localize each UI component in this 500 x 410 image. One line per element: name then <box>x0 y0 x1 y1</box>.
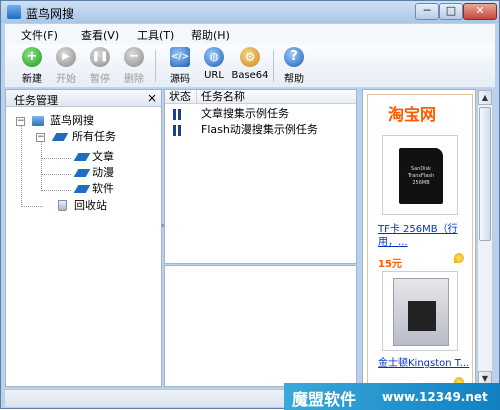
sd-card-image: SanDisk TransFlash 256MB <box>399 148 443 204</box>
url-globe-icon: ◍ <box>204 47 224 67</box>
task-detail-panel <box>164 265 357 387</box>
ad-frame: 淘宝网 SanDisk TransFlash 256MB TF卡 256MB（行… <box>367 94 474 386</box>
product-link-kingston[interactable]: 金士顿Kingston T... <box>378 357 474 370</box>
menu-view[interactable]: 查看(V) <box>81 27 119 43</box>
task-row[interactable]: Flash动漫搜集示例任务 <box>165 122 356 138</box>
tree-node-recycle-bin[interactable]: 回收站 <box>52 198 152 214</box>
tree-label-software: 软件 <box>92 182 114 195</box>
minimize-button[interactable]: ─ <box>415 3 439 20</box>
base64-button-label: Base64 <box>231 70 269 81</box>
tree-node-articles[interactable]: 文章 <box>72 149 152 165</box>
task-folder-icon <box>51 133 69 141</box>
computer-icon <box>32 116 44 126</box>
panel-title: 任务管理 <box>14 94 58 107</box>
tree-node-anime[interactable]: 动漫 <box>72 165 152 181</box>
task-list: 状态 任务名称 文章搜集示例任务 Flash动漫搜集示例任务 <box>164 89 357 264</box>
product-link-tf-card[interactable]: TF卡 256MB（行用，... <box>378 223 474 249</box>
delete-button-label: 删除 <box>124 74 144 85</box>
menu-help[interactable]: 帮助(H) <box>191 27 230 43</box>
pause-button[interactable]: ❚❚ 暂停 <box>83 47 117 87</box>
leaf-icon <box>454 253 464 263</box>
scroll-thumb[interactable] <box>479 107 491 241</box>
recycle-bin-icon <box>58 200 67 211</box>
maximize-button[interactable]: □ <box>439 3 463 20</box>
menu-bar: 文件(F) 查看(V) 工具(T) 帮助(H) <box>5 24 495 44</box>
menu-tools[interactable]: 工具(T) <box>137 27 174 43</box>
product-price: 15元 <box>378 259 402 270</box>
vertical-scrollbar[interactable]: ▲ ▼ <box>477 89 493 387</box>
paused-status-icon <box>173 109 183 120</box>
watermark: 魔盟软件 www.12349.net <box>284 383 500 410</box>
memory-card-image <box>408 301 436 331</box>
tree-label-recycle-bin: 回收站 <box>74 199 107 212</box>
play-icon: ▶ <box>56 47 76 67</box>
source-button[interactable]: </> 源码 <box>163 47 197 87</box>
product-image-kingston[interactable] <box>382 271 458 351</box>
tree-label-all-tasks: 所有任务 <box>72 130 116 143</box>
app-window: 蓝鸟网搜 ─ □ ✕ 文件(F) 查看(V) 工具(T) 帮助(H) + 新建 … <box>0 0 500 410</box>
task-category-icon <box>73 169 91 177</box>
task-manager-panel: 任务管理 × − 蓝鸟网搜 − 所有任务 文章 动漫 软件 回收站 <box>5 89 162 387</box>
help-button[interactable]: ? 帮助 <box>277 47 311 87</box>
column-header-task-name[interactable]: 任务名称 <box>197 90 356 104</box>
help-button-label: 帮助 <box>284 74 304 85</box>
task-name: 文章搜集示例任务 <box>201 107 289 120</box>
new-button[interactable]: + 新建 <box>15 47 49 87</box>
ad-panel: 淘宝网 SanDisk TransFlash 256MB TF卡 256MB（行… <box>362 89 476 387</box>
task-category-icon <box>73 185 91 193</box>
pause-icon: ❚❚ <box>90 47 110 67</box>
watermark-url: www.12349.net <box>382 390 488 404</box>
task-name: Flash动漫搜集示例任务 <box>201 123 318 136</box>
tree-label-articles: 文章 <box>92 150 114 163</box>
start-button[interactable]: ▶ 开始 <box>49 47 83 87</box>
product-image-tf-card[interactable]: SanDisk TransFlash 256MB <box>382 135 458 215</box>
source-code-icon: </> <box>170 47 190 67</box>
column-header-status[interactable]: 状态 <box>165 90 197 104</box>
task-category-icon <box>73 153 91 161</box>
app-icon <box>7 5 21 19</box>
sd-card-label: SanDisk TransFlash 256MB <box>407 166 435 186</box>
base64-button[interactable]: ⚙ Base64 <box>231 47 269 87</box>
close-button[interactable]: ✕ <box>463 3 497 20</box>
toolbar: + 新建 ▶ 开始 ❚❚ 暂停 − 删除 </> 源码 ◍ URL ⚙ Base… <box>5 44 495 88</box>
scroll-up-arrow[interactable]: ▲ <box>478 90 492 105</box>
tree-label-anime: 动漫 <box>92 166 114 179</box>
collapse-toggle[interactable]: − <box>36 133 45 142</box>
tree-node-root[interactable]: − 蓝鸟网搜 <box>16 113 156 129</box>
kingston-package-image <box>393 278 449 346</box>
minus-icon: − <box>124 47 144 67</box>
base64-gear-icon: ⚙ <box>240 47 260 67</box>
url-button[interactable]: ◍ URL <box>197 47 231 87</box>
paused-status-icon <box>173 125 183 136</box>
collapse-toggle[interactable]: − <box>16 117 25 126</box>
task-row[interactable]: 文章搜集示例任务 <box>165 106 356 122</box>
panel-close-button[interactable]: × <box>147 91 157 105</box>
tree-node-all-tasks[interactable]: − 所有任务 <box>36 129 156 145</box>
splitter-collapse-icon[interactable]: ‹ <box>161 221 165 231</box>
panel-header: 任务管理 × <box>6 90 161 107</box>
help-question-icon: ? <box>284 47 304 67</box>
delete-button[interactable]: − 删除 <box>117 47 151 87</box>
watermark-brand: 魔盟软件 <box>292 390 357 409</box>
tree-label-root: 蓝鸟网搜 <box>50 114 94 127</box>
tree-node-software[interactable]: 软件 <box>72 181 152 197</box>
toolbar-separator <box>155 50 156 82</box>
title-bar[interactable]: 蓝鸟网搜 ─ □ ✕ <box>1 1 499 23</box>
window-title: 蓝鸟网搜 <box>26 7 75 21</box>
new-plus-icon: + <box>22 47 42 67</box>
taobao-logo[interactable]: 淘宝网 <box>388 101 436 125</box>
menu-file[interactable]: 文件(F) <box>21 27 58 43</box>
